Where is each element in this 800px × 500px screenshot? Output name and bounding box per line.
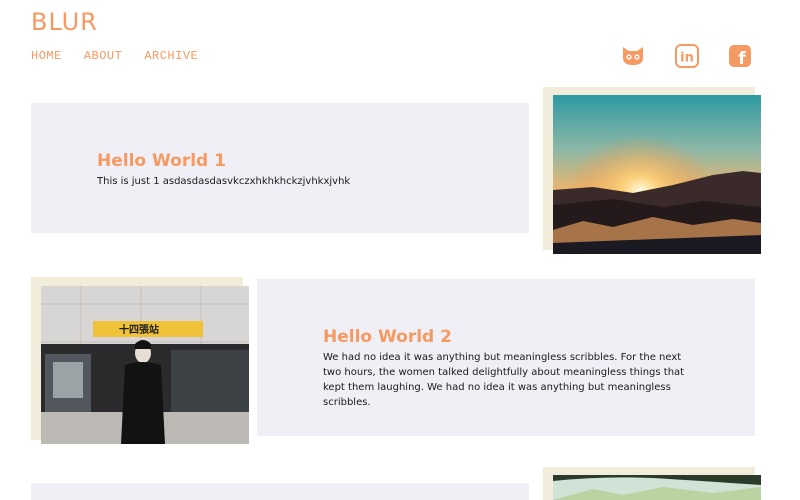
svg-text:十四張站: 十四張站 [119, 323, 159, 336]
main-nav: HOME ABOUT ARCHIVE [31, 49, 198, 63]
post-card-2: Hello World 2 We had no idea it was anyt… [257, 279, 755, 436]
site-logo[interactable]: BLUR [31, 8, 98, 36]
nav-archive[interactable]: ARCHIVE [144, 49, 198, 63]
svg-text:f: f [738, 49, 746, 68]
sky-treetop-photo[interactable] [553, 475, 761, 500]
sunset-mountain-photo[interactable] [553, 95, 761, 254]
github-icon[interactable] [620, 44, 646, 68]
nav-home[interactable]: HOME [31, 49, 62, 63]
post-card-3 [31, 483, 529, 500]
linkedin-icon[interactable]: in [674, 44, 700, 68]
station-portrait-photo[interactable]: 十四張站 [41, 286, 249, 444]
post-excerpt-2: We had no idea it was anything but meani… [323, 352, 685, 408]
facebook-icon[interactable]: f [727, 44, 753, 68]
svg-text:in: in [680, 51, 694, 66]
post-card-1: Hello World 1 This is just 1 asdasdasdas… [31, 103, 529, 233]
nav-about[interactable]: ABOUT [84, 49, 123, 63]
post-title-2[interactable]: Hello World 2 [323, 327, 693, 347]
post-title-1[interactable]: Hello World 1 [97, 151, 507, 171]
post-excerpt-1: This is just 1 asdasdasdasvkczxhkhkhckzj… [97, 176, 351, 187]
